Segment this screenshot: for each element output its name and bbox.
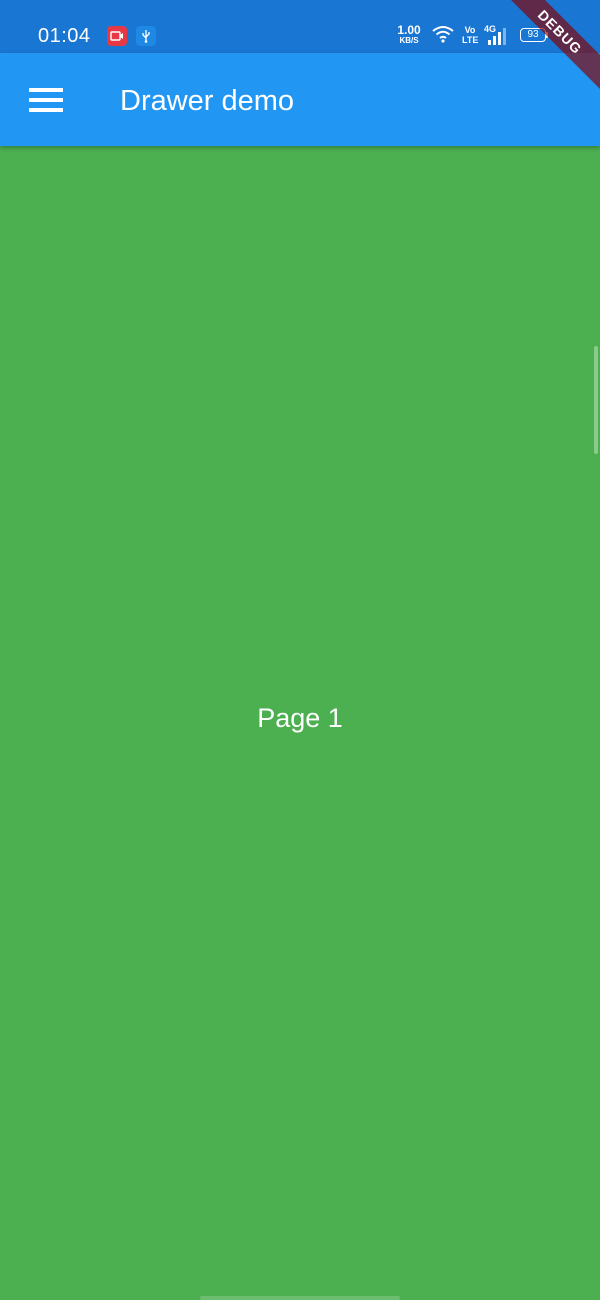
screen-record-icon [107,26,127,46]
volte-line2: LTE [462,35,479,45]
menu-bar-bottom [29,108,63,112]
network-speed-value: 1.00 [397,23,421,37]
menu-bar-middle [29,98,63,102]
network-speed-unit: KB/S [399,36,419,45]
menu-bar-top [29,88,63,92]
status-bar: 01:04 1.00 KB/S Vo LTE 4G 93 [0,0,600,53]
app-bar: Drawer demo [0,53,600,146]
wifi-icon [432,25,454,49]
volte-indicator: Vo LTE [462,25,478,49]
battery-icon: 93 [520,28,546,42]
home-indicator [200,1296,400,1300]
scroll-indicator [594,346,598,454]
status-time: 01:04 [38,25,91,47]
battery-tip [546,32,548,38]
signal-icon: 4G [484,24,508,49]
page-label: Page 1 [257,703,343,733]
volte-line1: Vo [464,25,476,35]
page-content: Page 1 [0,146,600,1300]
page-title: Drawer demo [120,85,295,117]
usb-icon [136,26,156,46]
network-speed: 1.00 KB/S [394,23,424,49]
battery-level: 93 [527,29,539,40]
hamburger-menu-icon[interactable] [22,80,70,120]
